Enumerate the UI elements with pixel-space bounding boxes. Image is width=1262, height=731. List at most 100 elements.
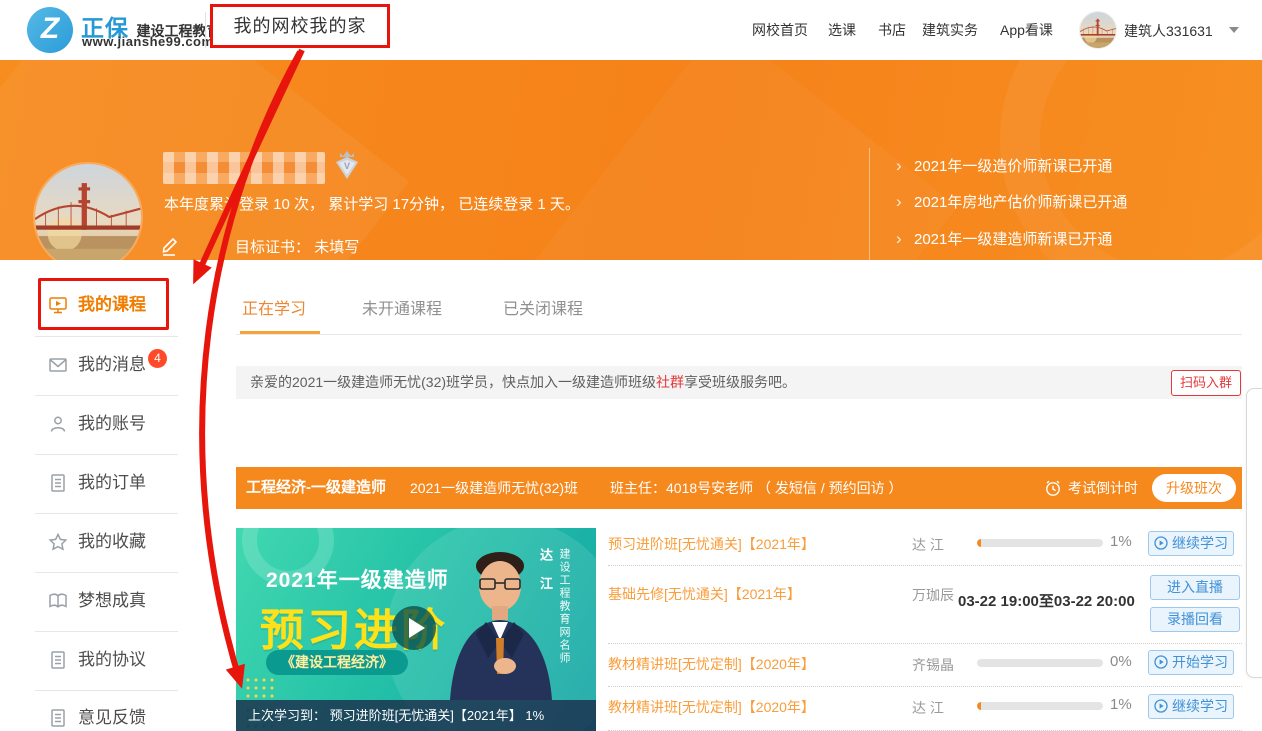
- progress-percent: 0%: [1110, 653, 1132, 670]
- class-master: 班主任：4018号安老师 （ 发短信 / 预约回访 ）: [610, 467, 903, 509]
- profile-banner: V 本年度累计登录 10 次， 累计学习 17分钟， 已连续登录 1 天。 目标…: [0, 60, 1262, 260]
- teacher-name: 达 江: [912, 535, 944, 555]
- replay-button[interactable]: 录播回看: [1150, 607, 1240, 632]
- divider: [35, 690, 178, 691]
- notice-highlight: 社群: [656, 374, 684, 390]
- divider: [35, 454, 178, 455]
- chevron-right-icon: ›: [896, 229, 914, 249]
- edit-pencil-icon[interactable]: [160, 234, 182, 256]
- thumb-org-name: 建设工程教育网名师: [556, 548, 572, 665]
- login-stats: 本年度累计登录 10 次， 累计学习 17分钟， 已连续登录 1 天。: [164, 193, 580, 214]
- thumb-title-line1: 2021年一级建造师: [266, 564, 449, 594]
- nav-select-course[interactable]: 选课: [828, 20, 856, 40]
- divider: [35, 395, 178, 396]
- tabs-underline: [236, 334, 1242, 335]
- enter-live-button[interactable]: 进入直播: [1150, 575, 1240, 600]
- class-notice-bar: 亲爱的2021一级建造师无忧(32)班学员，快点加入一级建造师班级社群享受班级服…: [236, 366, 1242, 399]
- target-cert-label: 目标证书：: [235, 239, 310, 256]
- continue-learning-button[interactable]: 继续学习: [1148, 694, 1234, 719]
- course-link[interactable]: 教材精讲班[无忧定制]【2020年】: [608, 654, 815, 674]
- course-link[interactable]: 基础先修[无忧通关]【2021年】: [608, 584, 801, 604]
- alarm-clock-icon: [1044, 479, 1062, 497]
- divider: [35, 336, 178, 337]
- avatar[interactable]: [1079, 11, 1117, 49]
- announcement-link[interactable]: ›2021年一级建造师新课已开通: [896, 228, 1112, 249]
- floating-side-widget[interactable]: [1246, 388, 1262, 678]
- tab-closed[interactable]: 已关闭课程: [503, 295, 583, 319]
- divider: [35, 513, 178, 514]
- teacher-name: 齐锡晶: [912, 655, 954, 675]
- announcement-link[interactable]: ›2021年一级造价师新课已开通: [896, 155, 1112, 176]
- announcement-link[interactable]: ›2021年房地产估价师新课已开通: [896, 191, 1127, 212]
- course-group-header: 工程经济-一级建造师 2021一级建造师无忧(32)班 班主任：4018号安老师…: [236, 467, 1242, 509]
- class-name: 2021一级建造师无忧(32)班: [410, 467, 578, 509]
- contact-links[interactable]: （ 发短信 / 预约回访 ）: [757, 480, 902, 496]
- notice-text: 亲爱的2021一级建造师无忧(32)班学员，快点加入一级建造师班级社群享受班级服…: [250, 366, 796, 399]
- progress-percent: 1%: [1110, 696, 1132, 713]
- active-tab-indicator: [240, 331, 320, 334]
- person-icon: [48, 414, 68, 434]
- username[interactable]: 建筑人331631: [1124, 21, 1213, 41]
- vip-badge-icon: V: [334, 150, 360, 180]
- start-learning-button[interactable]: 开始学习: [1148, 650, 1234, 675]
- progress-bar: [977, 539, 1103, 547]
- badge-letter: V: [344, 161, 350, 171]
- document-icon: [48, 473, 68, 493]
- tab-learning[interactable]: 正在学习: [242, 295, 306, 319]
- course-player-icon: [48, 295, 68, 315]
- target-cert-value: 未填写: [314, 239, 359, 256]
- envelope-icon: [48, 355, 68, 375]
- nav-home[interactable]: 网校首页: [752, 20, 808, 40]
- exam-countdown-link[interactable]: 考试倒计时: [1068, 467, 1138, 509]
- course-link[interactable]: 教材精讲班[无忧定制]【2020年】: [608, 697, 815, 717]
- announcement-divider: [869, 148, 870, 260]
- live-time: 03-22 19:00至03-22 20:00: [958, 590, 1135, 611]
- progress-fill: [977, 539, 981, 547]
- play-circle-icon: [1154, 697, 1168, 720]
- continue-learning-button[interactable]: 继续学习: [1148, 531, 1234, 556]
- document-icon: [48, 650, 68, 670]
- nav-app[interactable]: App看课: [1000, 20, 1053, 40]
- progress-percent: 1%: [1110, 533, 1132, 550]
- unread-count-badge: 4: [148, 349, 167, 368]
- course-video-thumbnail[interactable]: 2021年一级建造师 预习进阶 《建设工程经济》 达 江 建设工程教育网名师 上…: [236, 528, 596, 731]
- header-divider: [205, 12, 206, 48]
- scan-qr-join-button[interactable]: 扫码入群: [1171, 370, 1241, 396]
- teacher-name: 万珈辰: [912, 585, 954, 605]
- upgrade-class-button[interactable]: 升级班次: [1152, 474, 1236, 502]
- top-header: Z 正保 建设工程教育网 www.jianshe99.com 我的网校我的家 网…: [0, 0, 1262, 60]
- thumb-deco-dots: [244, 676, 278, 702]
- teacher-name: 达 江: [912, 698, 944, 718]
- censored-username: [163, 152, 325, 184]
- open-book-icon: [48, 591, 68, 611]
- row-divider: [608, 643, 1242, 644]
- banner-deco: [463, 60, 958, 260]
- nav-practice[interactable]: 建筑实务: [922, 20, 978, 40]
- last-learned-bar: 上次学习到： 预习进阶班[无忧通关]【2021年】 1%: [236, 700, 596, 731]
- chevron-down-icon[interactable]: [1229, 27, 1239, 33]
- course-subject: 工程经济-一级建造师: [246, 467, 386, 509]
- page-title-annotated: 我的网校我的家: [210, 4, 390, 48]
- brand-url: www.jianshe99.com: [82, 34, 214, 49]
- play-button[interactable]: [392, 606, 436, 650]
- target-cert: 目标证书： 未填写: [235, 236, 359, 257]
- play-circle-icon: [1154, 653, 1168, 676]
- progress-fill: [977, 702, 981, 710]
- row-divider: [608, 565, 1242, 566]
- course-link[interactable]: 预习进阶班[无忧通关]【2021年】: [608, 534, 815, 554]
- chevron-right-icon: ›: [896, 156, 914, 176]
- star-icon: [48, 532, 68, 552]
- divider: [35, 572, 178, 573]
- thumb-teacher-name: 达 江: [536, 548, 555, 596]
- divider: [35, 631, 178, 632]
- row-divider: [608, 686, 1242, 687]
- logo-icon[interactable]: Z: [27, 7, 73, 53]
- profile-avatar[interactable]: [35, 164, 141, 260]
- nav-bookstore[interactable]: 书店: [878, 20, 906, 40]
- progress-bar: [977, 702, 1103, 710]
- my-school-home-page: Z 正保 建设工程教育网 www.jianshe99.com 我的网校我的家 网…: [0, 0, 1262, 731]
- tab-not-opened[interactable]: 未开通课程: [362, 295, 442, 319]
- play-circle-icon: [1154, 534, 1168, 557]
- progress-bar: [977, 659, 1103, 667]
- thumb-subject-pill: 《建设工程经济》: [266, 650, 408, 675]
